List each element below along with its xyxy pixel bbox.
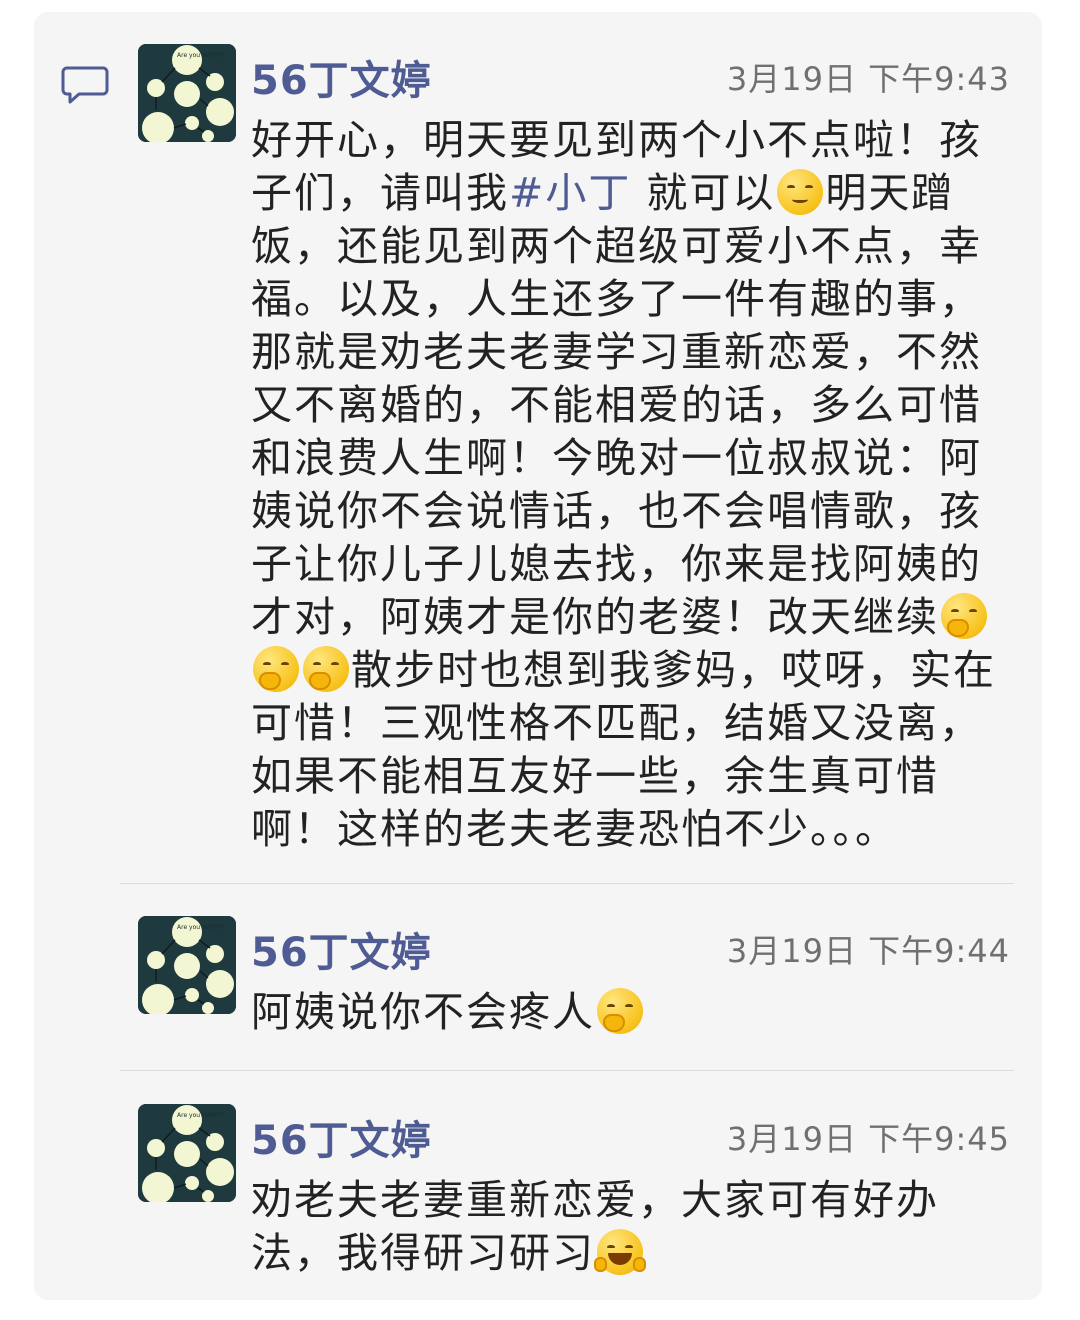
timestamp: 3月19日 下午9:44 <box>726 932 1010 970</box>
message-text-segment: 明天蹭饭，还能见到两个超级可爱小不点，幸福。以及，人生还多了一件有趣的事，那就是… <box>251 169 982 641</box>
avatar-image: Are you HAPPY? <box>138 44 236 142</box>
relieved-face-emoji <box>777 169 824 215</box>
hashtag-link[interactable]: #小丁 <box>509 169 631 217</box>
author-name[interactable]: 56丁文婷 <box>251 920 432 978</box>
divider <box>120 1070 1014 1071</box>
hand-over-mouth-emoji <box>941 593 987 639</box>
avatar[interactable]: Are you HAPPY? <box>138 916 236 1014</box>
avatar-image: Are you HAPPY? <box>138 1104 236 1202</box>
message-text: 阿姨说你不会疼人 <box>251 986 1011 1039</box>
message-text-segment: 就可以 <box>631 169 776 217</box>
hugging-face-emoji <box>594 1229 646 1275</box>
hand-over-mouth-emoji <box>597 988 643 1034</box>
timestamp: 3月19日 下午9:45 <box>726 1120 1010 1158</box>
avatar-image: Are you HAPPY? <box>138 916 236 1014</box>
hand-over-mouth-emoji <box>303 646 349 692</box>
timestamp: 3月19日 下午9:43 <box>726 60 1010 98</box>
avatar-text: Are you HAPPY? <box>177 1112 225 1119</box>
avatar[interactable]: Are you HAPPY? <box>138 1104 236 1202</box>
avatar-text: Are you HAPPY? <box>177 52 225 59</box>
divider <box>120 883 1014 884</box>
avatar[interactable]: Are you HAPPY? <box>138 44 236 142</box>
message-text: 劝老夫老妻重新恋爱，大家可有好办法，我得研习研习 <box>251 1174 1011 1280</box>
hand-over-mouth-emoji <box>253 646 299 692</box>
author-name[interactable]: 56丁文婷 <box>251 48 432 106</box>
message-text: 好开心，明天要见到两个小不点啦！孩子们，请叫我#小丁 就可以 明天蹭饭，还能见到两… <box>251 114 1011 856</box>
author-name[interactable]: 56丁文婷 <box>251 1108 432 1166</box>
message-text-segment: 阿姨说你不会疼人 <box>251 988 595 1036</box>
comment-icon[interactable] <box>61 64 109 106</box>
avatar-text: Are you HAPPY? <box>177 924 225 931</box>
message-text-segment: 散步时也想到我爹妈，哎呀，实在可惜！三观性格不匹配，结婚又没离，如果不能相互友好… <box>251 646 996 853</box>
